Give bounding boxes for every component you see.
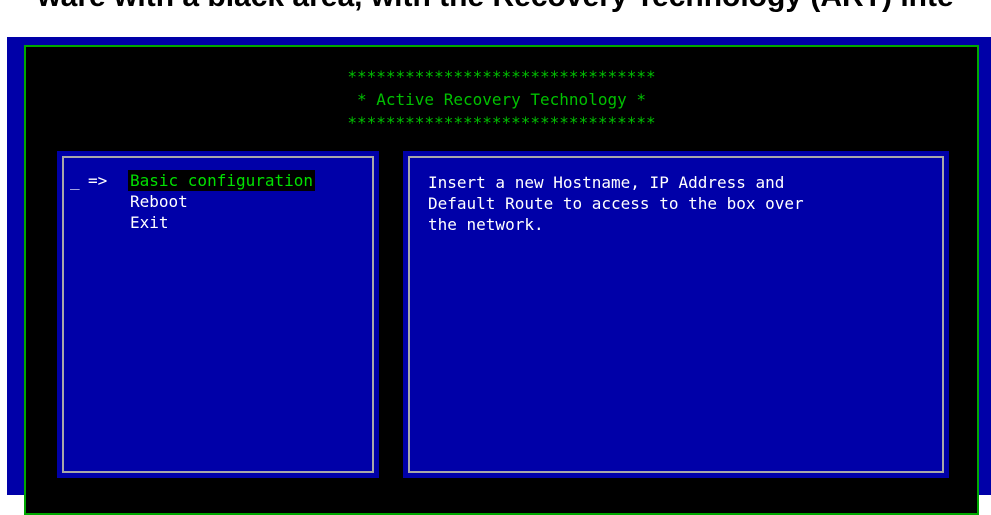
- pointer-spacer: [88, 191, 128, 212]
- terminal-screen: ******************************** * Activ…: [7, 37, 991, 515]
- banner: ******************************** * Activ…: [26, 65, 977, 134]
- description-panel-border: Insert a new Hostname, IP Address and De…: [408, 156, 944, 473]
- description-panel: Insert a new Hostname, IP Address and De…: [403, 151, 949, 478]
- banner-stars-bottom: ********************************: [347, 113, 656, 132]
- cursor-spacer: [70, 191, 88, 212]
- text-cursor: _: [70, 171, 80, 190]
- main-frame: ******************************** * Activ…: [24, 45, 979, 515]
- menu-item-exit[interactable]: Exit: [70, 212, 315, 233]
- top-caption: ware with a black area, with the Recover…: [0, 0, 991, 14]
- description-line: the network.: [428, 215, 544, 234]
- menu-item-basic-configuration[interactable]: _ => Basic configuration: [70, 170, 316, 191]
- selection-arrow-icon: =>: [88, 171, 108, 190]
- description-line: Default Route to access to the box over: [428, 194, 804, 213]
- banner-stars-top: ********************************: [347, 67, 656, 86]
- menu-panel-border: _ => Basic configuration Reboot Exit: [62, 156, 374, 473]
- menu-item-label: Exit: [130, 213, 169, 232]
- cursor-spacer: [70, 212, 88, 233]
- menu-item-reboot[interactable]: Reboot: [70, 191, 315, 212]
- menu-item-label: Reboot: [130, 192, 188, 211]
- menu-list: _ => Basic configuration Reboot Exit: [70, 170, 316, 233]
- description-text: Insert a new Hostname, IP Address and De…: [428, 172, 928, 235]
- banner-title: * Active Recovery Technology *: [357, 90, 646, 109]
- menu-panel: _ => Basic configuration Reboot Exit: [57, 151, 379, 478]
- description-line: Insert a new Hostname, IP Address and: [428, 173, 785, 192]
- pointer-spacer: [88, 212, 128, 233]
- menu-item-label: Basic configuration: [128, 170, 316, 191]
